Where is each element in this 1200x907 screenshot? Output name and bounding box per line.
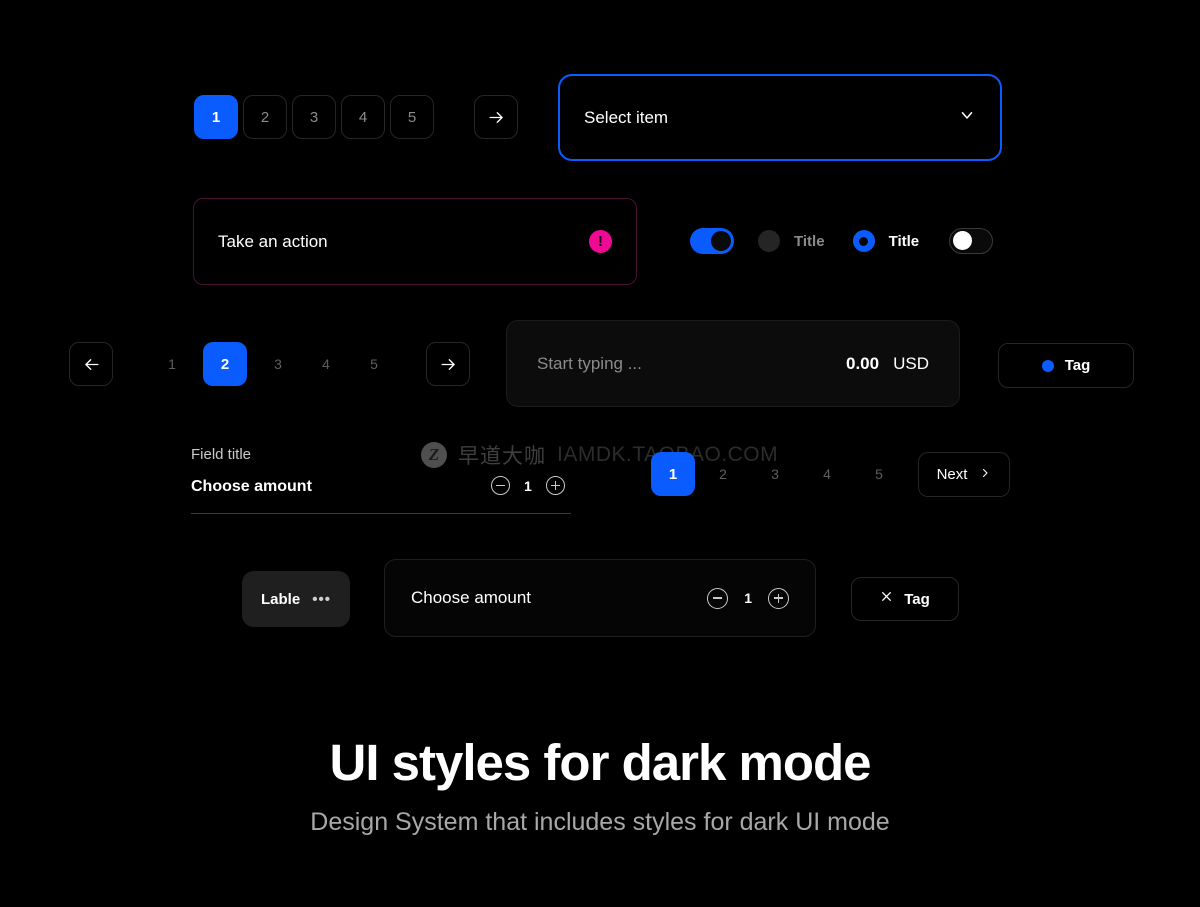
radio-button-unselected[interactable] (758, 230, 780, 252)
select-item-dropdown[interactable]: Select item (558, 74, 1002, 161)
bottom-page-2[interactable]: 2 (699, 455, 747, 493)
bottom-pagination: 1 2 3 4 5 (651, 452, 903, 496)
toggle-switch-off[interactable] (949, 228, 994, 254)
alert-message: Take an action (218, 231, 328, 251)
field-title: Field title (191, 446, 252, 463)
bottom-page-5[interactable]: 5 (855, 455, 903, 493)
take-an-action-alert: Take an action ! (193, 198, 637, 285)
error-exclamation-icon[interactable]: ! (589, 230, 612, 253)
mid-prev-arrow-icon[interactable] (69, 342, 113, 386)
tag-dot-label: Tag (1064, 357, 1091, 374)
amount-input-field[interactable]: Start typing ... 0.00 USD (506, 320, 960, 407)
watermark-logo-icon: Z (421, 442, 447, 468)
bottom-page-1[interactable]: 1 (651, 452, 695, 496)
controls-row: Title Title (690, 228, 994, 254)
top-page-3[interactable]: 3 (292, 95, 336, 139)
top-pagination: 1 2 3 4 5 (194, 95, 434, 139)
choose-amount-card: Choose amount 1 (384, 559, 816, 637)
more-options-icon[interactable]: ••• (312, 591, 331, 608)
top-page-5[interactable]: 5 (390, 95, 434, 139)
close-icon[interactable] (880, 590, 893, 608)
tag-close-label: Tag (904, 590, 930, 608)
mid-page-4[interactable]: 4 (309, 345, 343, 383)
radio-button-selected[interactable] (852, 230, 875, 252)
mid-page-2[interactable]: 2 (203, 342, 247, 386)
tag-dot-button[interactable]: Tag (998, 343, 1134, 388)
lable-chip-label: Lable (261, 590, 301, 608)
radio-selected-label: Title (888, 232, 920, 250)
select-value: Select item (584, 107, 669, 127)
choose-amount-label: Choose amount (411, 588, 532, 607)
next-button[interactable]: Next (918, 452, 1010, 497)
bottom-page-3[interactable]: 3 (751, 455, 799, 493)
chevron-right-icon (979, 466, 991, 484)
input-placeholder: Start typing ... (537, 353, 642, 373)
stepper-plus-icon[interactable] (545, 476, 565, 495)
card-stepper-value: 1 (744, 590, 752, 606)
toggle-switch-on[interactable] (690, 228, 734, 254)
input-amount-value: 0.00 (846, 353, 880, 373)
field-label: Choose amount (191, 478, 312, 495)
chevron-down-icon[interactable] (958, 106, 976, 129)
top-page-2[interactable]: 2 (243, 95, 287, 139)
mid-page-5[interactable]: 5 (357, 345, 391, 383)
card-stepper-plus-icon[interactable] (768, 587, 789, 609)
page-subheadline: Design System that includes styles for d… (310, 808, 890, 836)
radio-unselected-label: Title (794, 232, 825, 250)
mid-page-1[interactable]: 1 (155, 345, 189, 383)
lable-chip-button[interactable]: Lable ••• (242, 571, 350, 627)
tag-close-button[interactable]: Tag (851, 577, 959, 621)
field-underline (191, 513, 571, 514)
input-currency: USD (893, 353, 929, 373)
mid-next-arrow-icon[interactable] (426, 342, 470, 386)
page-headline: UI styles for dark mode (329, 734, 871, 791)
next-button-label: Next (936, 466, 968, 483)
dark-mode-ui-showcase: 1 2 3 4 5 Select item Take an action ! T… (0, 0, 1200, 907)
field-stepper: 1 (491, 476, 565, 495)
card-stepper: 1 (707, 587, 789, 609)
card-stepper-minus-icon[interactable] (707, 587, 729, 609)
top-page-4[interactable]: 4 (341, 95, 385, 139)
top-page-1[interactable]: 1 (194, 95, 238, 139)
stepper-value: 1 (524, 477, 532, 494)
stepper-minus-icon[interactable] (491, 476, 510, 495)
watermark-chinese-text: 早道大咖 (458, 445, 546, 468)
top-next-arrow-icon[interactable] (474, 95, 518, 139)
tag-dot-icon (1041, 359, 1054, 372)
mid-page-3[interactable]: 3 (261, 345, 295, 383)
bottom-page-4[interactable]: 4 (803, 455, 851, 493)
mid-pagination: 1 2 3 4 5 (155, 342, 391, 386)
